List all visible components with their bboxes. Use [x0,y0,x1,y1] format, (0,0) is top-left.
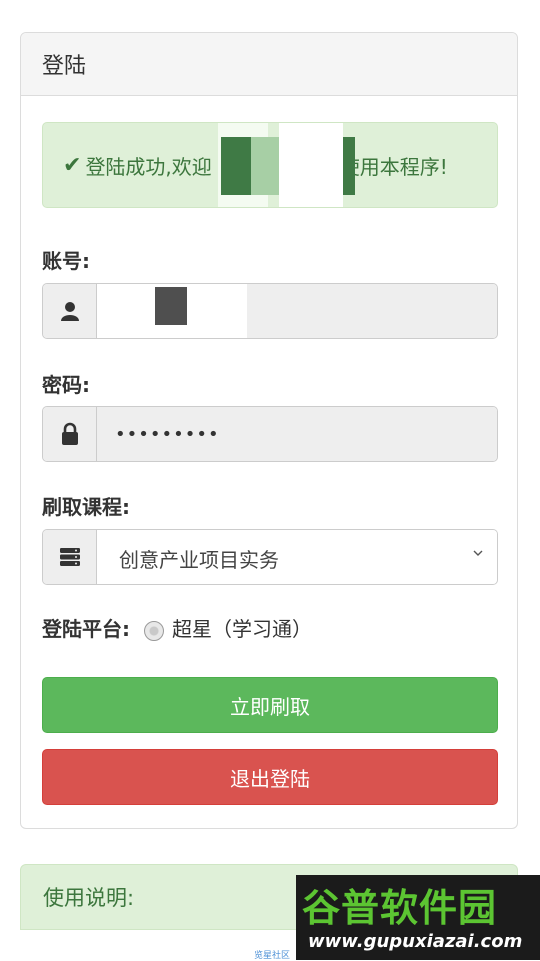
panel-title-text: 登陆 [42,54,87,79]
start-button[interactable]: 立即刷取 [42,677,498,733]
login-panel: 登陆 ✔ 登陆成功,欢迎 使用本程序! 账号: 密码: ••••••••• 刷取… [20,32,518,829]
password-input-group[interactable]: ••••••••• [42,406,498,462]
redaction-mark [221,137,251,195]
course-select-group[interactable]: 创意产业项目实务 [42,529,498,585]
password-value: ••••••••• [115,424,220,445]
platform-radio[interactable] [144,620,164,641]
password-input[interactable]: ••••••••• [97,407,497,461]
redaction-mark [251,137,279,195]
platform-option-label: 超星（学习通） [172,617,312,641]
account-label: 账号: [42,249,90,273]
user-icon [43,284,97,338]
watermark-title: 谷普软件园 [302,886,498,930]
watermark-logo: 谷普软件园 www.gupuxiazai.com [296,875,540,960]
course-select[interactable]: 创意产业项目实务 [97,530,497,584]
check-icon: ✔ [63,152,82,178]
watermark-url: www.gupuxiazai.com [308,931,523,952]
alert-prefix: 登陆成功,欢迎 [85,154,212,179]
platform-label: 登陆平台: [42,617,130,641]
chevron-down-icon [473,550,483,556]
logout-button[interactable]: 退出登陆 [42,749,498,805]
platform-row: 登陆平台: 超星（学习通） [42,613,312,642]
instructions-title: 使用说明: [43,886,135,910]
server-icon [43,530,97,584]
lock-icon [43,407,97,461]
panel-title: 登陆 [21,33,517,96]
account-input[interactable] [97,284,497,338]
redaction-mark [279,123,343,207]
account-input-group[interactable] [42,283,498,339]
course-label: 刷取课程: [42,495,130,519]
success-alert: ✔ 登陆成功,欢迎 使用本程序! [42,122,498,208]
password-label: 密码: [42,373,90,397]
alert-suffix: 使用本程序! [339,154,448,179]
course-selected-value: 创意产业项目实务 [119,548,279,572]
redaction-mark [343,137,355,195]
footer-link[interactable]: 览星社区 [254,948,290,961]
